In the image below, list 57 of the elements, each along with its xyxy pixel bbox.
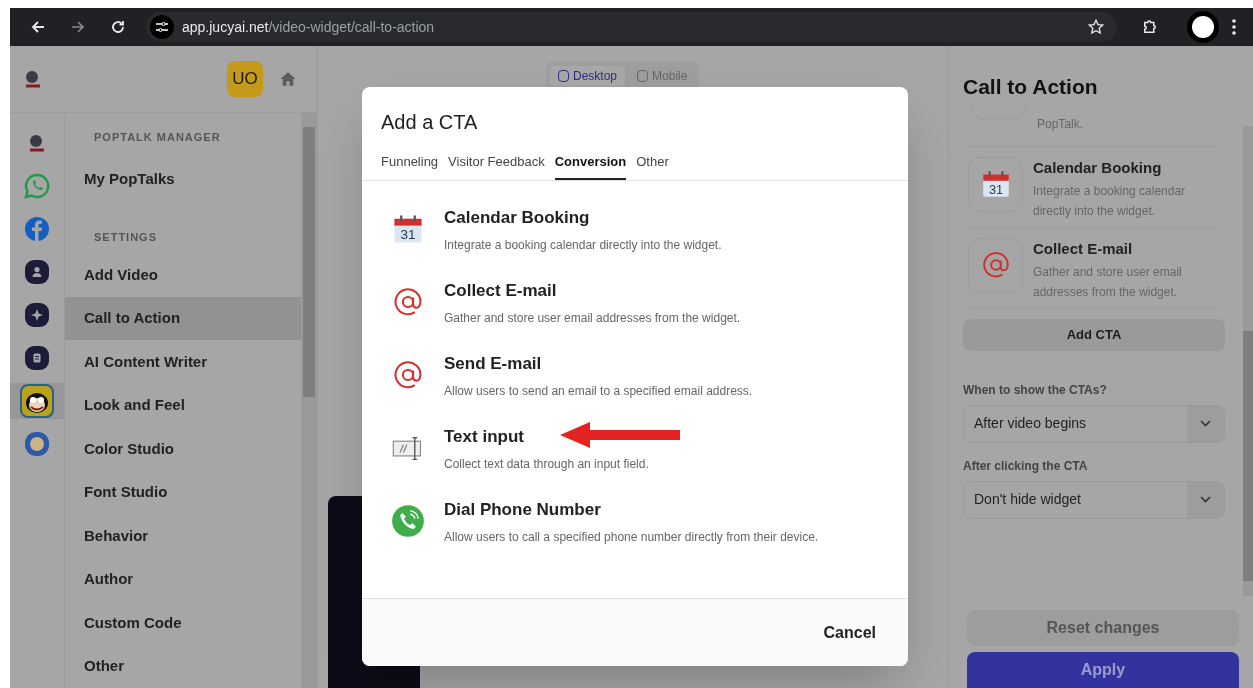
modal-tab[interactable]: Visitor Feedback xyxy=(448,152,545,180)
card-description: Gather and store user email addresses from the widget. xyxy=(1033,264,1183,301)
modal-tab[interactable]: Other xyxy=(636,152,669,180)
option-description: Collect text data through an input field. xyxy=(444,456,649,473)
modal-tab[interactable]: Conversion xyxy=(554,152,627,180)
selected-app-tile[interactable] xyxy=(10,383,64,419)
field-label: When to show the CTAs? xyxy=(963,381,1108,399)
profile-avatar[interactable] xyxy=(1187,11,1219,43)
option-title[interactable]: Dial Phone Number xyxy=(444,496,601,522)
cartoon-cat-icon[interactable] xyxy=(20,384,54,418)
option-description: Allow users to call a specified phone number directly from their device. xyxy=(444,529,819,546)
card-title: Collect E-mail xyxy=(1033,238,1134,259)
person-icon[interactable] xyxy=(24,259,50,285)
scrollbar[interactable] xyxy=(1243,126,1253,596)
cancel-button[interactable]: Cancel xyxy=(823,620,876,645)
apply-button[interactable]: Apply xyxy=(967,652,1239,688)
sparkle-icon[interactable] xyxy=(24,302,50,328)
menu-icon[interactable] xyxy=(1231,18,1237,36)
add-cta-button[interactable]: Add CTA xyxy=(963,318,1225,351)
section-heading: POPTALK MANAGER xyxy=(93,130,222,145)
select-field[interactable]: After video begins xyxy=(963,404,1225,443)
home-icon[interactable] xyxy=(279,70,297,88)
option-title[interactable]: Text input xyxy=(444,423,524,449)
document-icon[interactable] xyxy=(24,345,50,371)
f-logo-icon[interactable] xyxy=(24,216,50,242)
address-bar[interactable]: app.jucyai.net/video-widget/call-to-action xyxy=(146,12,1117,42)
option-title[interactable]: Send E-mail xyxy=(444,350,542,376)
section-heading: SETTINGS xyxy=(93,229,158,245)
url-text: app.jucyai.net/video-widget/call-to-action xyxy=(182,17,435,37)
phone-call-icon xyxy=(391,503,425,538)
chevron-down-icon[interactable] xyxy=(1200,496,1211,503)
reload-icon[interactable] xyxy=(110,19,126,35)
select-value: After video begins xyxy=(973,414,1088,433)
card-title: Calendar Booking xyxy=(1033,157,1163,178)
option-description: Allow users to send an email to a specified email address. xyxy=(444,383,753,400)
select-value: Don't hide widget xyxy=(973,490,1082,509)
card-description: Integrate a booking calendar directly into the widget. xyxy=(1033,183,1187,220)
option-title[interactable]: Collect E-mail xyxy=(444,277,557,303)
select-field[interactable]: Don't hide widget xyxy=(963,480,1225,519)
bookmark-star-icon[interactable] xyxy=(1087,18,1105,36)
site-settings-icon[interactable] xyxy=(150,15,174,39)
device-toggle[interactable]: Desktop xyxy=(550,66,626,86)
field-label: After clicking the CTA xyxy=(963,457,1089,475)
forward-icon[interactable] xyxy=(70,19,86,35)
option-description: Integrate a booking calendar directly into the widget. xyxy=(444,237,722,254)
chevron-down-icon[interactable] xyxy=(1200,420,1211,427)
card-description: PopTalk. xyxy=(1037,115,1084,133)
extensions-icon[interactable] xyxy=(1141,18,1159,36)
option-description: Gather and store user email addresses from the widget. xyxy=(444,310,741,327)
user-avatar[interactable]: UO xyxy=(227,61,263,97)
modal-title: Add a CTA xyxy=(381,110,479,135)
nav-item[interactable]: Call to Action xyxy=(65,296,301,341)
panel-title: Call to Action xyxy=(963,74,1099,100)
modal-tab[interactable]: Funneling xyxy=(381,152,439,180)
scrollbar[interactable] xyxy=(301,113,317,688)
back-icon[interactable] xyxy=(30,19,46,35)
option-title[interactable]: Calendar Booking xyxy=(444,204,590,230)
